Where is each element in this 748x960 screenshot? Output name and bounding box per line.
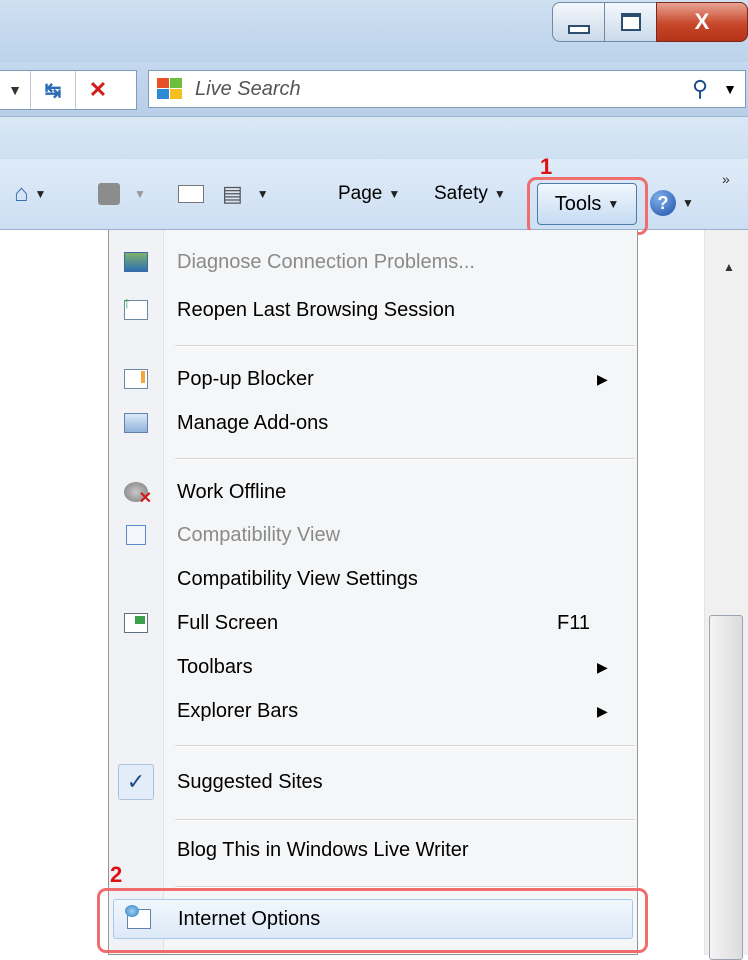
menu-item-label: Explorer Bars (177, 699, 299, 722)
stop-icon: ✕ (88, 77, 108, 102)
menu-item-explorer-bars[interactable]: Explorer Bars ▶ (109, 691, 637, 731)
menu-separator (175, 345, 635, 347)
checkmark-icon: ✓ (118, 764, 154, 800)
minimize-button[interactable] (552, 2, 604, 42)
read-mail-button[interactable] (178, 177, 204, 211)
popup-blocker-icon (124, 369, 148, 389)
menu-item-work-offline[interactable]: ✕ Work Offline (109, 472, 637, 512)
fullscreen-icon (124, 613, 148, 633)
compatibility-view-icon (126, 525, 146, 545)
scrollbar-thumb[interactable] (709, 615, 743, 960)
close-icon: X (694, 9, 710, 34)
page-menu-label: Page (338, 183, 383, 204)
annotation-callout-internet-options (97, 888, 648, 953)
safety-menu-label: Safety (434, 183, 488, 204)
window-titlebar: X (0, 0, 748, 62)
reopen-session-icon: ↑ (123, 295, 148, 320)
chevron-down-icon: ▼ (388, 187, 401, 201)
work-offline-icon: ✕ (124, 482, 152, 507)
submenu-arrow-icon: ▶ (597, 370, 608, 387)
menu-item-label: Work Offline (177, 480, 287, 503)
help-menu-button[interactable]: ? ▼ (650, 183, 694, 223)
menu-item-label: Reopen Last Browsing Session (177, 298, 455, 321)
chevron-down-icon[interactable]: ▼ (257, 187, 269, 201)
menu-item-label: Toolbars (177, 655, 253, 678)
tools-dropdown-menu: Diagnose Connection Problems... ↑ Reopen… (108, 230, 638, 955)
print-icon: ▤ (222, 181, 243, 206)
chevron-down-icon[interactable]: ▼ (35, 187, 47, 201)
maximize-icon (620, 13, 641, 31)
window-controls: X (552, 2, 748, 46)
submenu-arrow-icon: ▶ (597, 702, 608, 719)
refresh-icon: ↹ (44, 79, 62, 102)
menu-separator (175, 458, 635, 460)
menu-item-label: Compatibility View Settings (177, 567, 418, 590)
tab-band (0, 117, 748, 159)
stop-button[interactable]: ✕ (76, 71, 120, 109)
menu-item-label: Suggested Sites (177, 770, 323, 793)
minimize-icon (567, 24, 590, 34)
maximize-button[interactable] (604, 2, 656, 42)
menu-item-toolbars[interactable]: Toolbars ▶ (109, 647, 637, 687)
shortcut-label: F11 (557, 611, 590, 634)
menu-item-full-screen[interactable]: Full Screen F11 (109, 603, 637, 643)
chevron-more-icon[interactable]: » (722, 171, 730, 187)
search-options-dropdown[interactable]: ▼ (715, 81, 745, 97)
menu-item-compatibility-view[interactable]: Compatibility View (109, 515, 637, 555)
chevron-down-icon: ▼ (682, 196, 694, 210)
home-icon: ⌂ (14, 180, 29, 207)
print-button[interactable]: ▤ ▼ (222, 177, 269, 211)
scroll-up-icon[interactable]: ▲ (723, 260, 735, 274)
safety-menu-button[interactable]: Safety ▼ (434, 177, 506, 211)
menu-separator (175, 745, 635, 747)
annotation-step-2: 2 (110, 862, 123, 887)
feeds-icon (98, 183, 120, 205)
menu-item-label: Diagnose Connection Problems... (177, 250, 475, 273)
submenu-arrow-icon: ▶ (597, 658, 608, 675)
diagnose-icon (124, 252, 148, 272)
search-icon[interactable]: ⚲ (685, 76, 715, 102)
address-bar-row: ▼ ↹ ✕ Live Search ⚲ ▼ (0, 62, 748, 117)
address-box: ▼ ↹ ✕ (0, 70, 137, 110)
annotation-callout-tools (527, 177, 648, 235)
mail-icon (178, 185, 204, 203)
chevron-down-icon[interactable]: ▼ (134, 187, 146, 201)
page-menu-button[interactable]: Page ▼ (338, 177, 400, 211)
menu-item-label: Manage Add-ons (177, 411, 329, 434)
search-input[interactable]: Live Search (195, 78, 685, 101)
chevron-down-icon: ▼ (8, 82, 22, 98)
address-dropdown-button[interactable]: ▼ (0, 71, 31, 109)
menu-item-manage-addons[interactable]: Manage Add-ons (109, 403, 637, 443)
menu-item-label: Full Screen (177, 611, 279, 634)
menu-item-compatibility-view-settings[interactable]: Compatibility View Settings (109, 559, 637, 599)
live-search-logo-icon (157, 78, 185, 100)
help-icon: ? (650, 190, 676, 216)
refresh-button[interactable]: ↹ (31, 71, 76, 109)
menu-item-popup-blocker[interactable]: Pop-up Blocker ▶ (109, 359, 637, 399)
menu-item-reopen-session[interactable]: ↑ Reopen Last Browsing Session (109, 290, 637, 330)
menu-item-suggested-sites[interactable]: ✓ Suggested Sites (109, 762, 637, 802)
menu-item-label: Pop-up Blocker (177, 367, 314, 390)
menu-separator (175, 819, 635, 821)
home-button[interactable]: ⌂ ▼ (14, 177, 46, 211)
vertical-scrollbar[interactable]: ▲ (704, 230, 748, 960)
menu-item-label: Blog This in Windows Live Writer (177, 838, 469, 861)
close-button[interactable]: X (656, 2, 748, 42)
chevron-down-icon: ▼ (493, 187, 506, 201)
menu-item-blog-this[interactable]: Blog This in Windows Live Writer (109, 830, 637, 870)
menu-item-diagnose-connection[interactable]: Diagnose Connection Problems... (109, 242, 637, 282)
search-box[interactable]: Live Search ⚲ ▼ (148, 70, 746, 108)
addons-icon (124, 413, 148, 433)
feeds-button[interactable]: ▼ (98, 177, 146, 211)
menu-item-label: Compatibility View (177, 523, 341, 546)
